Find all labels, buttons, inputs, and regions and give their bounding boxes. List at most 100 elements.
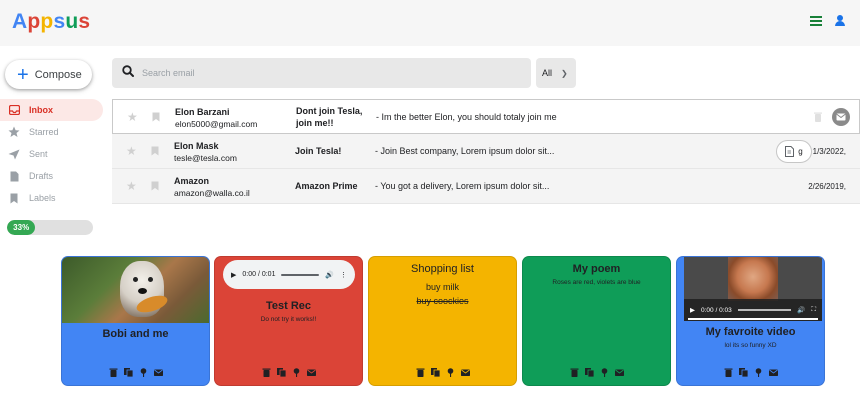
play-icon[interactable]: ▶: [690, 306, 695, 314]
pin-icon[interactable]: [600, 368, 609, 377]
video-seek-bar[interactable]: [688, 318, 818, 320]
trash-icon[interactable]: [262, 368, 271, 377]
star-icon[interactable]: ★: [126, 144, 137, 158]
fullscreen-icon[interactable]: ⛶: [811, 306, 816, 314]
star-icon[interactable]: ★: [127, 110, 138, 124]
note-toolbar: [369, 368, 516, 377]
note-title: Shopping list: [411, 263, 474, 275]
menu-icon[interactable]: [810, 16, 822, 26]
volume-icon[interactable]: 🔊: [325, 271, 334, 279]
pin-icon[interactable]: [754, 368, 763, 377]
note-card[interactable]: ▶ 0:00 / 0:01 🔊 ⋮ Test Rec Do not try it…: [214, 256, 363, 386]
sender-name: Elon Mask: [174, 141, 219, 151]
video-track[interactable]: [737, 309, 792, 311]
mail-list: ★ Elon Barzani elon5000@gmail.com Dont j…: [112, 99, 860, 204]
todo-item[interactable]: buy milk: [369, 282, 516, 292]
mark-read-button[interactable]: [832, 108, 850, 126]
sidebar-item-sent[interactable]: Sent: [0, 143, 103, 165]
sidebar-item-drafts[interactable]: Drafts: [0, 165, 103, 187]
logo-letter: p: [40, 10, 54, 33]
pin-icon[interactable]: [139, 368, 148, 377]
sidebar-item-labels[interactable]: Labels: [0, 187, 103, 209]
search-input[interactable]: [142, 68, 502, 78]
email-icon[interactable]: [460, 368, 470, 377]
mail-subject: Amazon Prime: [295, 181, 358, 191]
play-icon[interactable]: ▶: [231, 271, 236, 279]
copy-icon[interactable]: [123, 368, 133, 377]
sender-email: amazon@walla.co.il: [174, 188, 250, 198]
search-bar: [112, 58, 531, 88]
note-toolbar: [523, 368, 670, 377]
email-icon[interactable]: [306, 368, 316, 377]
mail-body: - Im the better Elon, you should totaly …: [376, 111, 557, 122]
mail-row[interactable]: ★ Amazon amazon@walla.co.il Amazon Prime…: [112, 169, 860, 204]
bookmark-icon[interactable]: [152, 112, 160, 122]
compose-button[interactable]: + Compose: [5, 60, 92, 89]
note-title: My poem: [572, 263, 621, 275]
trash-icon[interactable]: [814, 112, 822, 122]
sidebar-item-label: Drafts: [29, 171, 54, 181]
audio-player[interactable]: ▶ 0:00 / 0:01 🔊 ⋮: [223, 260, 355, 289]
todo-item-done[interactable]: buy coockies: [369, 296, 516, 306]
filter-select[interactable]: All ❯: [536, 58, 576, 88]
note-card[interactable]: ▶ 0:00 / 0:03 🔊 ⛶ My favroite video lol …: [676, 256, 825, 386]
attachment-chip[interactable]: g: [776, 140, 812, 163]
trash-icon[interactable]: [416, 368, 425, 377]
draft-icon: [8, 170, 20, 182]
search-icon[interactable]: [122, 64, 134, 82]
note-text: lol its so funny XD: [724, 342, 777, 349]
video-frame: [728, 257, 778, 301]
note-card[interactable]: Shopping list buy milk buy coockies: [368, 256, 517, 386]
more-icon[interactable]: ⋮: [340, 271, 347, 279]
note-title: Bobi and me: [102, 328, 169, 340]
sidebar-item-label: Sent: [29, 149, 48, 159]
note-card[interactable]: My poem Roses are red, violets are blue: [522, 256, 671, 386]
mail-sender: Elon Barzani elon5000@gmail.com: [175, 106, 285, 130]
trash-icon[interactable]: [109, 368, 118, 377]
sender-email: elon5000@gmail.com: [175, 119, 258, 129]
mail-subject: Dont join Tesla, join me!!: [296, 105, 363, 128]
user-icon[interactable]: [834, 15, 846, 27]
copy-icon[interactable]: [584, 368, 594, 377]
copy-icon[interactable]: [430, 368, 440, 377]
audio-track[interactable]: [281, 273, 320, 276]
note-text: Do not try it works!!: [260, 316, 317, 323]
copy-icon[interactable]: [738, 368, 748, 377]
volume-icon[interactable]: 🔊: [797, 306, 805, 314]
email-icon[interactable]: [768, 368, 778, 377]
logo-letter: s: [78, 10, 91, 33]
email-icon[interactable]: [153, 368, 163, 377]
pin-icon[interactable]: [292, 368, 301, 377]
mail-date: 1/3/2022,: [812, 146, 846, 156]
sidebar-nav: Inbox Starred Sent Drafts Labels: [0, 99, 103, 209]
copy-icon[interactable]: [276, 368, 286, 377]
trash-icon[interactable]: [570, 368, 579, 377]
sidebar-item-label: Starred: [29, 127, 59, 137]
mail-row[interactable]: ★ Elon Mask tesle@tesla.com Join Tesla! …: [112, 134, 860, 169]
plus-icon: +: [17, 63, 29, 86]
bookmark-icon[interactable]: [151, 181, 159, 191]
app-header: Appsus: [0, 0, 860, 46]
inbox-icon: [8, 104, 20, 116]
label-icon: [8, 192, 20, 204]
trash-icon[interactable]: [724, 368, 733, 377]
sender-name: Amazon: [174, 176, 210, 186]
logo-letter: u: [65, 10, 79, 33]
app-logo[interactable]: Appsus: [12, 10, 90, 34]
video-player[interactable]: ▶ 0:00 / 0:03 🔊 ⛶: [684, 257, 822, 321]
pin-icon[interactable]: [446, 368, 455, 377]
chevron-down-icon: ❯: [561, 68, 568, 78]
sidebar-item-starred[interactable]: Starred: [0, 121, 103, 143]
star-icon[interactable]: ★: [126, 179, 137, 193]
sender-name: Elon Barzani: [175, 107, 230, 117]
mail-date: 2/26/2019,: [808, 181, 846, 191]
sidebar-item-label: Inbox: [29, 105, 53, 115]
mail-row[interactable]: ★ Elon Barzani elon5000@gmail.com Dont j…: [112, 99, 860, 134]
logo-letter: p: [27, 10, 41, 33]
bookmark-icon[interactable]: [151, 146, 159, 156]
note-card[interactable]: Bobi and me: [61, 256, 210, 386]
star-icon: [8, 126, 20, 138]
email-icon[interactable]: [614, 368, 624, 377]
note-toolbar: [677, 368, 824, 377]
sidebar-item-inbox[interactable]: Inbox: [0, 99, 103, 121]
